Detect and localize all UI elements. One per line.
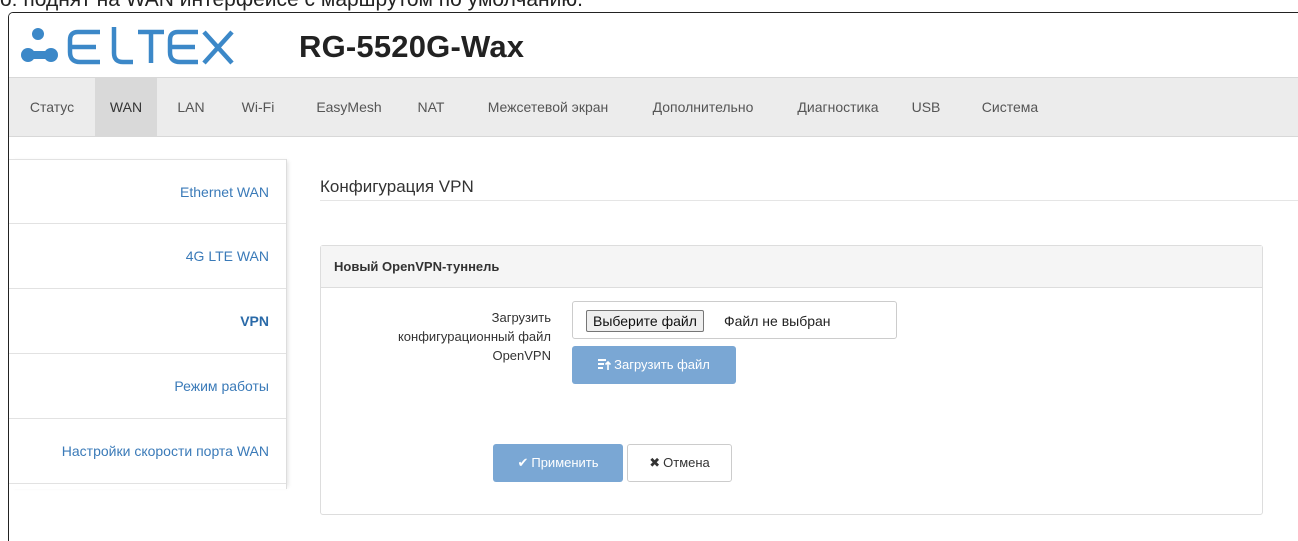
sidebar-item-ethernet-wan[interactable]: Ethernet WAN bbox=[9, 159, 286, 224]
wan-sidebar: Ethernet WAN 4G LTE WAN VPN Режим работы… bbox=[9, 159, 287, 489]
config-file-label: Загрузить конфигурационный файл OpenVPN bbox=[341, 308, 551, 365]
upload-file-button[interactable]: Загрузить файл bbox=[572, 346, 736, 384]
tab-wan[interactable]: WAN bbox=[95, 78, 157, 136]
file-status: Файл не выбран bbox=[724, 313, 831, 329]
upload-file-label: Загрузить файл bbox=[614, 357, 710, 372]
main-nav: Статус WAN LAN Wi-Fi EasyMesh NAT Межсет… bbox=[9, 77, 1298, 137]
check-icon: ✔ bbox=[517, 455, 529, 470]
apply-label: Применить bbox=[531, 455, 599, 470]
apply-button[interactable]: ✔ Применить bbox=[493, 444, 623, 482]
sidebar-item-mode[interactable]: Режим работы bbox=[9, 354, 286, 419]
document-caption-fragment: о: поднят на WAN интерфейсе с маршрутом … bbox=[0, 0, 583, 11]
tab-lan[interactable]: LAN bbox=[169, 78, 213, 136]
tab-usb[interactable]: USB bbox=[909, 78, 943, 136]
tab-advanced[interactable]: Дополнительно bbox=[645, 78, 761, 136]
tab-easymesh[interactable]: EasyMesh bbox=[301, 78, 397, 136]
tab-wifi[interactable]: Wi-Fi bbox=[233, 78, 283, 136]
page-title: Конфигурация VPN bbox=[320, 177, 474, 196]
panel-heading: Новый OpenVPN-туннель bbox=[321, 246, 1262, 288]
tab-nat[interactable]: NAT bbox=[411, 78, 451, 136]
device-model: RG-5520G-Wax bbox=[299, 29, 525, 64]
config-file-label-line: OpenVPN bbox=[492, 348, 551, 363]
title-divider bbox=[320, 200, 1298, 201]
openvpn-panel: Новый OpenVPN-туннель Загрузить конфигур… bbox=[320, 245, 1263, 515]
eltex-logo bbox=[21, 27, 234, 65]
sidebar-item-vpn[interactable]: VPN bbox=[9, 289, 286, 354]
upload-list-icon bbox=[598, 359, 612, 370]
sidebar-item-wan-port-speed[interactable]: Настройки скорости порта WAN bbox=[9, 419, 286, 484]
tab-diagnostics[interactable]: Диагностика bbox=[790, 78, 886, 136]
tab-system[interactable]: Система bbox=[975, 78, 1045, 136]
sidebar-item-4g-lte-wan[interactable]: 4G LTE WAN bbox=[9, 224, 286, 289]
file-input[interactable]: Выберите файл Файл не выбран bbox=[572, 301, 897, 339]
router-web-ui: RG-5520G-Wax Статус WAN LAN Wi-Fi EasyMe… bbox=[8, 12, 1298, 541]
cancel-label: Отмена bbox=[663, 455, 710, 470]
header: RG-5520G-Wax bbox=[9, 13, 1298, 77]
close-icon: ✖ bbox=[649, 455, 661, 470]
choose-file-button[interactable]: Выберите файл bbox=[586, 310, 704, 332]
config-file-label-line: конфигурационный файл bbox=[397, 329, 551, 344]
cancel-button[interactable]: ✖ Отмена bbox=[627, 444, 732, 482]
tab-firewall[interactable]: Межсетевой экран bbox=[478, 78, 618, 136]
tab-status[interactable]: Статус bbox=[9, 78, 95, 136]
config-file-label-line: Загрузить bbox=[491, 310, 551, 325]
